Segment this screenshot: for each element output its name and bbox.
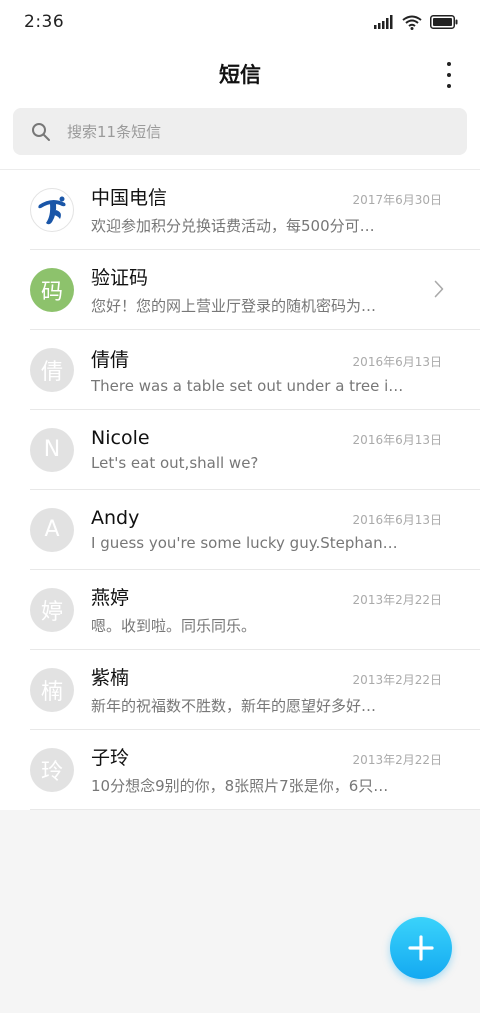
- message-date: 2016年6月13日: [352, 354, 442, 369]
- plus-icon: [408, 935, 434, 961]
- avatar: A: [30, 507, 74, 552]
- conversation-body: 倩倩 2016年6月13日 There was a table set out …: [91, 345, 480, 395]
- message-preview: 新年的祝福数不胜数，新年的愿望好多好…: [91, 697, 377, 715]
- conversation-header: Andy 2016年6月13日: [91, 507, 442, 529]
- message-preview: I guess you're some lucky guy.Stephan…: [91, 534, 398, 552]
- conversation-row: 玲 子玲 2013年2月22日 10分想念9别的你，8张照片7张是你，6只…: [30, 730, 480, 810]
- contact-name: 验证码: [91, 267, 149, 289]
- conversation-body: Andy 2016年6月13日 I guess you're some luck…: [91, 507, 480, 552]
- wifi-icon: [402, 15, 422, 30]
- contact-name: 倩倩: [91, 348, 130, 371]
- message-date: 2013年2月22日: [352, 753, 442, 767]
- page-title: 短信: [219, 63, 261, 87]
- avatar: 玲: [30, 747, 74, 792]
- conversation-item[interactable]: A Andy 2016年6月13日 I guess you're some lu…: [0, 490, 480, 570]
- message-preview: 嗯。收到啦。同乐同乐。: [91, 617, 257, 635]
- conversation-row: 婷 燕婷 2013年2月22日 嗯。收到啦。同乐同乐。: [30, 570, 480, 650]
- contact-name: 子玲: [91, 747, 130, 769]
- conversation-header: 验证码: [91, 263, 442, 290]
- status-time: 2:36: [24, 12, 65, 32]
- contact-name: 紫楠: [91, 667, 130, 689]
- message-date: 2016年6月13日: [352, 433, 442, 447]
- more-dot: [447, 84, 451, 88]
- conversation-item[interactable]: 婷 燕婷 2013年2月22日 嗯。收到啦。同乐同乐。: [0, 570, 480, 650]
- status-icons: [374, 15, 458, 30]
- conversation-body: 紫楠 2013年2月22日 新年的祝福数不胜数，新年的愿望好多好…: [91, 663, 480, 716]
- avatar: 楠: [30, 667, 74, 712]
- status-bar: 2:36: [0, 0, 480, 44]
- conversation-item[interactable]: N Nicole 2016年6月13日 Let's eat out,shall …: [0, 410, 480, 490]
- conversation-body: 中国电信 2017年6月30日 欢迎参加积分兑换话费活动，每500分可…: [91, 183, 480, 236]
- message-preview: 10分想念9别的你，8张照片7张是你，6只…: [91, 777, 389, 795]
- conversation-row: 中国电信 2017年6月30日 欢迎参加积分兑换话费活动，每500分可…: [30, 170, 480, 250]
- conversation-item[interactable]: 倩 倩倩 2016年6月13日 There was a table set ou…: [0, 330, 480, 410]
- conversation-header: 倩倩 2016年6月13日: [91, 345, 442, 372]
- avatar: 婷: [30, 587, 74, 632]
- conversation-header: 紫楠 2013年2月22日: [91, 663, 442, 690]
- more-dot: [447, 73, 451, 77]
- contact-name: 中国电信: [91, 187, 168, 209]
- contact-name: Nicole: [91, 427, 150, 449]
- conversation-item[interactable]: 码 验证码 您好！您的网上营业厅登录的随机密码为…: [0, 250, 480, 330]
- contact-name: Andy: [91, 507, 140, 529]
- conversation-body: 子玲 2013年2月22日 10分想念9别的你，8张照片7张是你，6只…: [91, 743, 480, 796]
- conversation-header: 中国电信 2017年6月30日: [91, 183, 442, 210]
- avatar: 倩: [30, 347, 74, 392]
- chevron-right-icon: [434, 280, 444, 298]
- search-bar: [0, 104, 480, 169]
- search-box[interactable]: [13, 108, 467, 155]
- conversation-header: 燕婷 2013年2月22日: [91, 583, 442, 610]
- conversation-header: 子玲 2013年2月22日: [91, 743, 442, 770]
- conversation-row: 楠 紫楠 2013年2月22日 新年的祝福数不胜数，新年的愿望好多好…: [30, 650, 480, 730]
- conversation-row: 码 验证码 您好！您的网上营业厅登录的随机密码为…: [30, 250, 480, 330]
- conversation-row: A Andy 2016年6月13日 I guess you're some lu…: [30, 490, 480, 570]
- top-area: 2:36 短信 搜索11条短信: [0, 0, 480, 169]
- conversation-item[interactable]: 楠 紫楠 2013年2月22日 新年的祝福数不胜数，新年的愿望好多好…: [0, 650, 480, 730]
- message-preview: There was a table set out under a tree i…: [91, 376, 404, 395]
- message-date: 2013年2月22日: [352, 593, 442, 607]
- conversation-row: 倩 倩倩 2016年6月13日 There was a table set ou…: [30, 330, 480, 410]
- more-options-button[interactable]: [444, 62, 454, 88]
- conversation-row: N Nicole 2016年6月13日 Let's eat out,shall …: [30, 410, 480, 490]
- avatar: 码: [30, 267, 74, 312]
- conversation-body: 燕婷 2013年2月22日 嗯。收到啦。同乐同乐。: [91, 583, 480, 636]
- conversation-header: Nicole 2016年6月13日: [91, 427, 442, 449]
- message-date: 2016年6月13日: [352, 513, 442, 527]
- search-icon: [32, 122, 50, 141]
- battery-icon: [430, 15, 458, 29]
- telecom-logo-icon: [38, 196, 66, 224]
- china-telecom-logo-icon: [30, 187, 74, 232]
- messages-screen: 2:36 短信 搜索11条短信 中国电信 2017年6月30日 欢迎参加积分兑换…: [0, 0, 480, 1013]
- message-preview: 您好！您的网上营业厅登录的随机密码为…: [91, 297, 377, 315]
- more-vertical-icon: [447, 62, 451, 66]
- message-date: 2013年2月22日: [352, 673, 442, 687]
- new-message-button[interactable]: [390, 917, 452, 979]
- conversation-body: Nicole 2016年6月13日 Let's eat out,shall we…: [91, 427, 480, 472]
- conversation-body: 验证码 您好！您的网上营业厅登录的随机密码为…: [91, 263, 480, 316]
- message-date: 2017年6月30日: [352, 193, 442, 207]
- conversation-item[interactable]: 中国电信 2017年6月30日 欢迎参加积分兑换话费活动，每500分可…: [0, 170, 480, 250]
- search-input[interactable]: [67, 122, 427, 141]
- avatar: N: [30, 427, 74, 472]
- message-preview: Let's eat out,shall we?: [91, 454, 259, 472]
- conversation-item[interactable]: 玲 子玲 2013年2月22日 10分想念9别的你，8张照片7张是你，6只…: [0, 730, 480, 810]
- message-preview: 欢迎参加积分兑换话费活动，每500分可…: [91, 217, 375, 235]
- app-header: 短信: [0, 44, 480, 104]
- conversation-list: 中国电信 2017年6月30日 欢迎参加积分兑换话费活动，每500分可… 码 验…: [0, 169, 480, 810]
- contact-name: 燕婷: [91, 587, 130, 609]
- signal-icon: [374, 15, 393, 29]
